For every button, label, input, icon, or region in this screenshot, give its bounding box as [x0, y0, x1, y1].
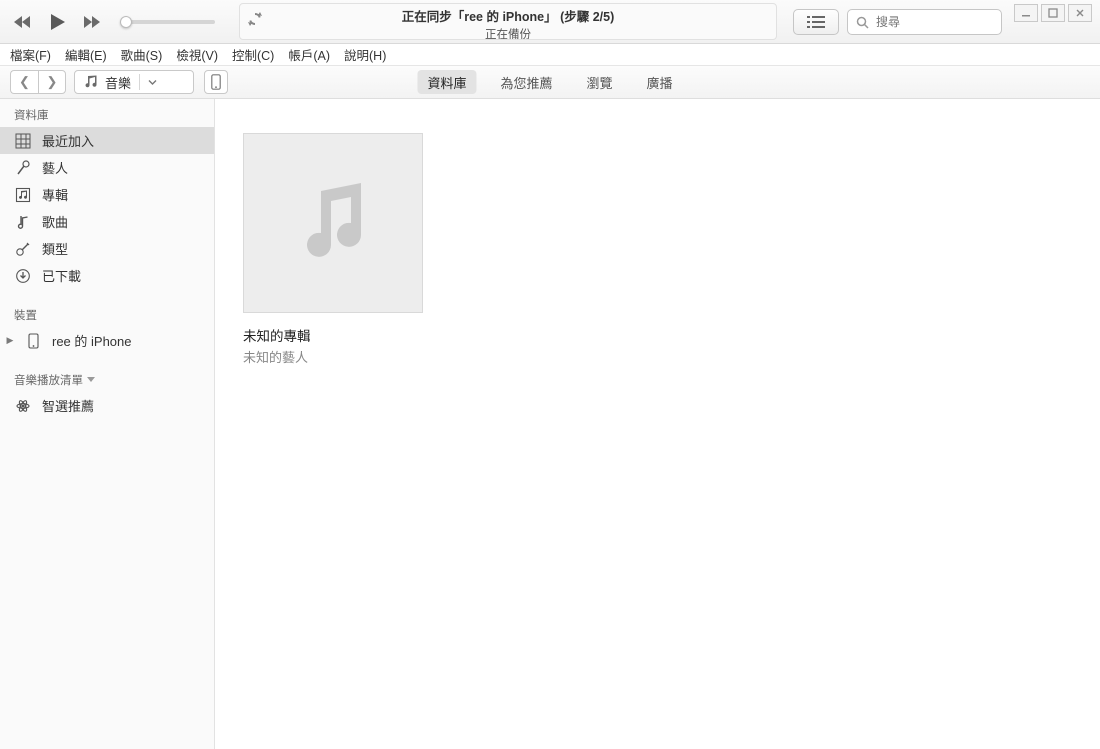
- phone-icon: [24, 333, 42, 349]
- sync-status-subtitle: 正在備份: [240, 26, 776, 40]
- tab-browse[interactable]: 瀏覽: [577, 70, 623, 94]
- secondary-toolbar: ❮ ❯ 音樂 資料庫 為您推薦 瀏覽 廣播: [0, 66, 1100, 99]
- sidebar: 資料庫 最近加入 藝人 專輯 歌曲 類型: [0, 99, 215, 749]
- next-track-button[interactable]: [78, 9, 104, 35]
- sidebar-item-label: 歌曲: [42, 212, 68, 231]
- device-button[interactable]: [204, 70, 228, 94]
- sidebar-item-label: 智選推薦: [42, 396, 94, 415]
- phone-icon: [211, 74, 221, 90]
- music-note-icon: [14, 214, 32, 230]
- content-area: 未知的專輯 未知的藝人: [215, 99, 1100, 749]
- menu-view[interactable]: 檢視(V): [176, 45, 218, 64]
- sidebar-header-library: 資料庫: [0, 99, 214, 127]
- sidebar-item-label: 藝人: [42, 158, 68, 177]
- sidebar-item-songs[interactable]: 歌曲: [0, 208, 214, 235]
- chevron-down-icon: [148, 75, 157, 90]
- category-selector-label: 音樂: [105, 73, 131, 92]
- sidebar-header-devices: 裝置: [0, 299, 214, 327]
- album-tile[interactable]: 未知的專輯 未知的藝人: [243, 133, 423, 366]
- album-artist: 未知的藝人: [243, 347, 423, 366]
- menu-help[interactable]: 說明(H): [344, 45, 386, 64]
- sidebar-item-artists[interactable]: 藝人: [0, 154, 214, 181]
- menu-file[interactable]: 檔案(F): [10, 45, 51, 64]
- music-note-icon: [83, 74, 97, 91]
- window-minimize-button[interactable]: [1014, 4, 1038, 22]
- window-close-button[interactable]: [1068, 4, 1092, 22]
- sidebar-item-label: 已下載: [42, 266, 81, 285]
- menu-edit[interactable]: 編輯(E): [65, 45, 107, 64]
- sidebar-item-albums[interactable]: 專輯: [0, 181, 214, 208]
- sync-icon: [246, 10, 264, 28]
- sidebar-item-recent[interactable]: 最近加入: [0, 127, 214, 154]
- sidebar-item-label: 類型: [42, 239, 68, 258]
- play-button[interactable]: [40, 5, 74, 39]
- tab-recommend[interactable]: 為您推薦: [490, 70, 562, 94]
- tab-library[interactable]: 資料庫: [417, 70, 476, 94]
- sidebar-item-label: 專輯: [42, 185, 68, 204]
- sidebar-item-genius[interactable]: 智選推薦: [0, 392, 214, 419]
- sidebar-item-label: ree 的 iPhone: [52, 331, 132, 350]
- search-input[interactable]: [847, 9, 1002, 35]
- sidebar-item-device[interactable]: ree 的 iPhone: [0, 327, 214, 354]
- music-note-icon: [283, 173, 383, 273]
- window-maximize-button[interactable]: [1041, 4, 1065, 22]
- tab-radio[interactable]: 廣播: [637, 70, 683, 94]
- menu-account[interactable]: 帳戶(A): [288, 45, 330, 64]
- nav-back-button[interactable]: ❮: [10, 70, 38, 94]
- disclosure-triangle-icon[interactable]: [6, 335, 14, 346]
- album-title: 未知的專輯: [243, 325, 423, 345]
- album-art-placeholder: [243, 133, 423, 313]
- player-bar: 正在同步「ree 的 iPhone」 (步驟 2/5) 正在備份: [0, 0, 1100, 44]
- menu-song[interactable]: 歌曲(S): [121, 45, 163, 64]
- sidebar-header-playlists[interactable]: 音樂播放清單: [0, 364, 214, 392]
- nav-forward-button[interactable]: ❯: [38, 70, 66, 94]
- sidebar-item-genres[interactable]: 類型: [0, 235, 214, 262]
- volume-slider[interactable]: [114, 20, 221, 24]
- previous-track-button[interactable]: [10, 9, 36, 35]
- menu-control[interactable]: 控制(C): [232, 45, 274, 64]
- album-icon: [14, 187, 32, 203]
- grid-icon: [14, 133, 32, 149]
- download-icon: [14, 268, 32, 284]
- guitar-icon: [14, 241, 32, 257]
- list-view-button[interactable]: [793, 9, 839, 35]
- microphone-icon: [14, 160, 32, 176]
- category-selector[interactable]: 音樂: [74, 70, 194, 94]
- sync-status-panel: 正在同步「ree 的 iPhone」 (步驟 2/5) 正在備份: [239, 3, 777, 40]
- sync-status-title: 正在同步「ree 的 iPhone」 (步驟 2/5): [240, 6, 776, 25]
- menu-bar: 檔案(F) 編輯(E) 歌曲(S) 檢視(V) 控制(C) 帳戶(A) 說明(H…: [0, 44, 1100, 66]
- search-icon: [856, 16, 869, 29]
- sidebar-item-label: 最近加入: [42, 131, 94, 150]
- sidebar-item-downloaded[interactable]: 已下載: [0, 262, 214, 289]
- genius-icon: [14, 398, 32, 414]
